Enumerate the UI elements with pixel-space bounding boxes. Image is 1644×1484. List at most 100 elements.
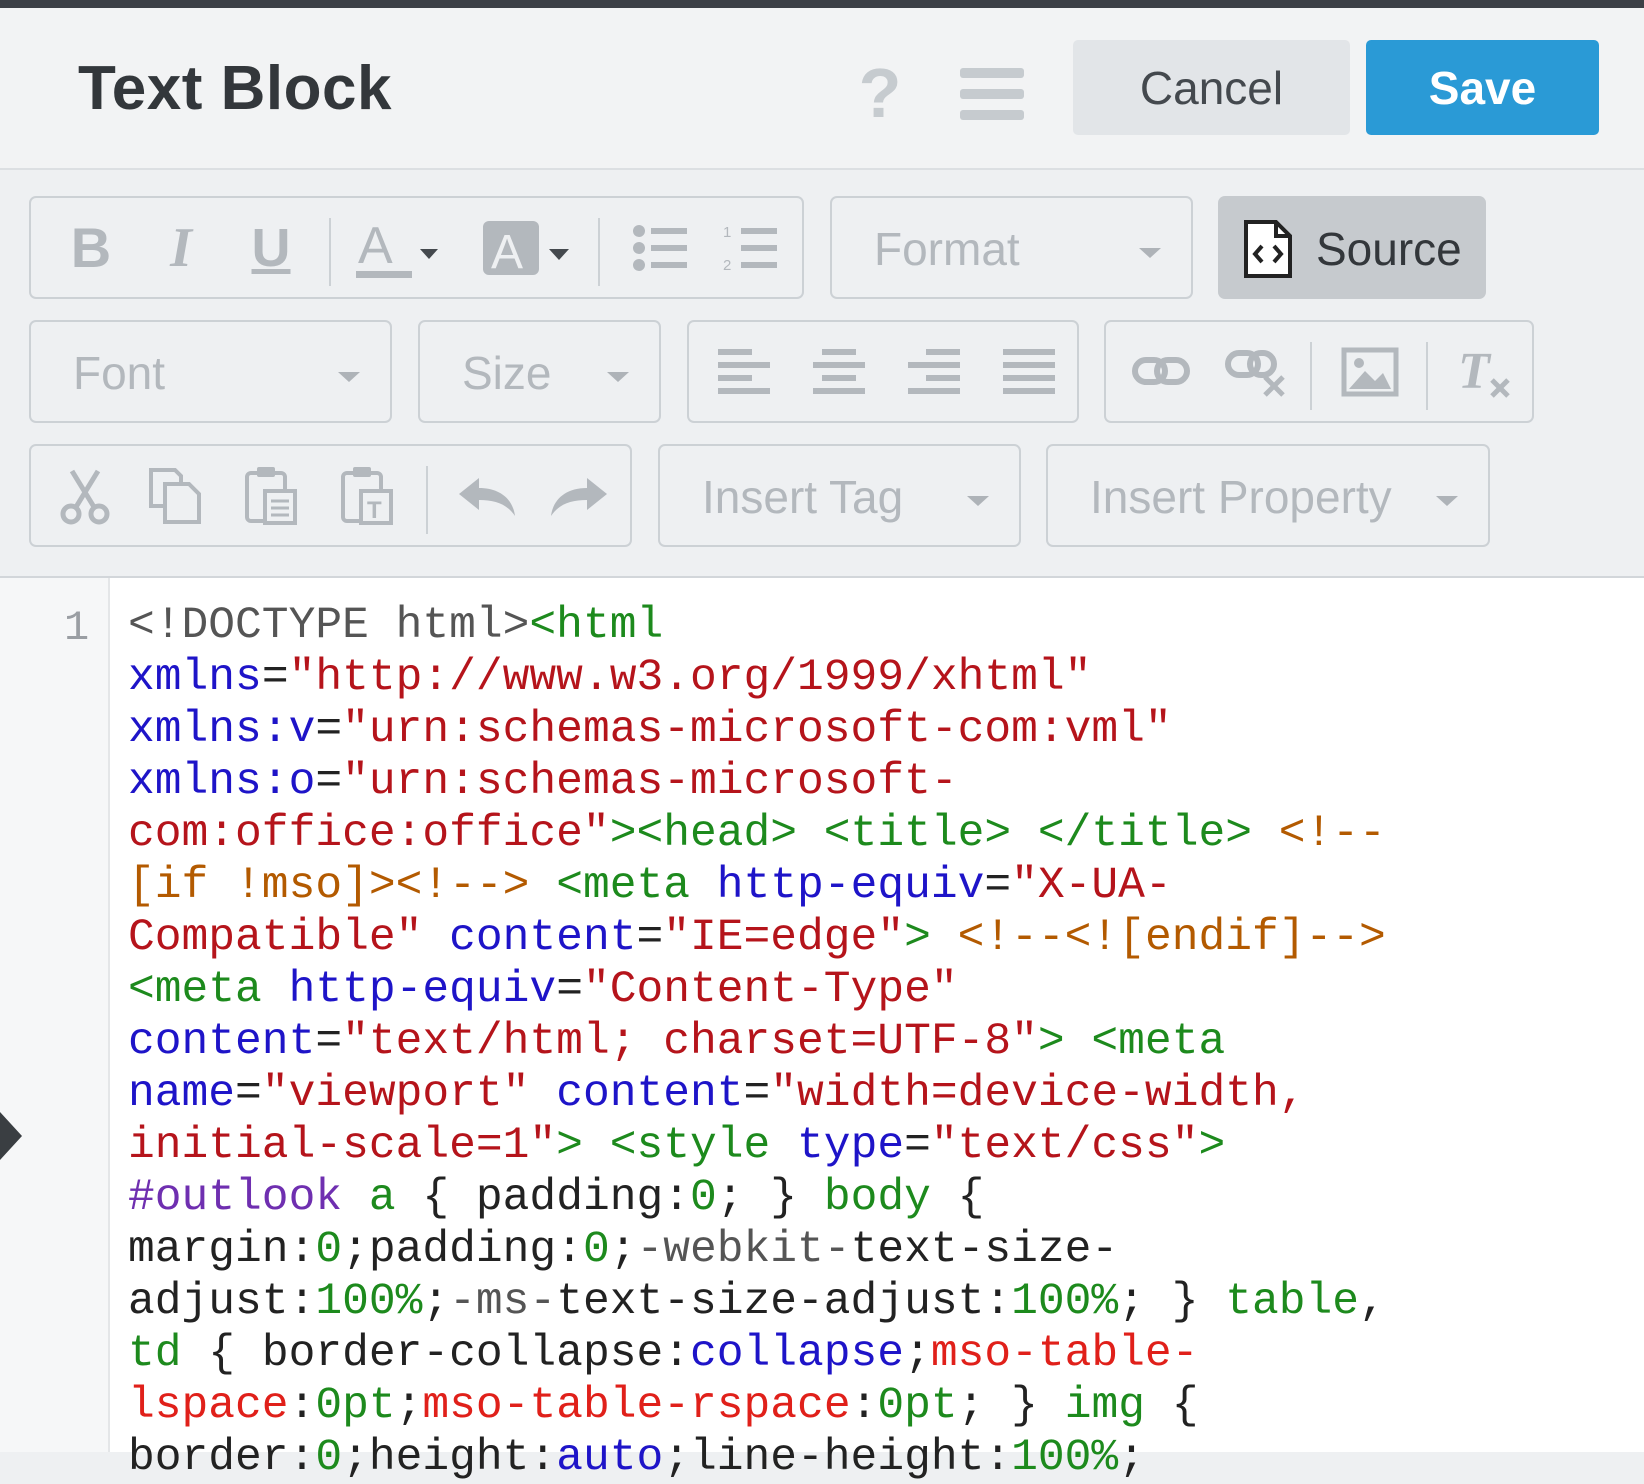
dialog-header: Text Block ? Cancel Save [0, 8, 1644, 170]
code-token: : [850, 1381, 878, 1431]
align-center-icon[interactable] [794, 322, 884, 421]
code-token: ; [904, 1329, 931, 1379]
code-token: "IE=edge" [663, 913, 905, 963]
bold-icon[interactable]: B [51, 198, 131, 297]
insert-property-dropdown[interactable]: Insert Property [1046, 444, 1490, 547]
align-left-icon[interactable] [699, 322, 789, 421]
code-token: 0 [315, 1225, 343, 1275]
code-token: ; } [957, 1381, 1065, 1431]
svg-text:A: A [358, 217, 393, 275]
code-token: = [743, 1069, 771, 1119]
align-right-icon[interactable] [889, 322, 979, 421]
undo-icon[interactable] [445, 446, 529, 545]
code-token: ><head> [609, 809, 798, 859]
code-token: <style [609, 1121, 771, 1171]
format-dropdown[interactable]: Format [830, 196, 1193, 299]
svg-text:2: 2 [723, 257, 731, 273]
code-token: #outlook [128, 1173, 343, 1223]
copy-icon[interactable] [135, 446, 215, 545]
code-token: table [1225, 1277, 1360, 1327]
code-token: "text/css" [930, 1121, 1199, 1171]
cut-icon[interactable] [45, 446, 125, 545]
insert-tag-label: Insert Tag [702, 471, 904, 523]
code-token: "http://www.w3.org/1999/xhtml" [288, 653, 1092, 703]
editor-toolbar: B I U A A 1 2 Format Source Font Size T … [0, 170, 1644, 578]
remove-format-icon[interactable]: T [1436, 322, 1532, 421]
code-token: "Content-Type" [582, 965, 958, 1015]
source-button[interactable]: Source [1218, 196, 1486, 299]
code-token: 100% [315, 1277, 423, 1327]
code-token: <title> [823, 809, 1012, 859]
help-icon[interactable]: ? [858, 58, 902, 128]
code-token: ; [609, 1225, 637, 1275]
font-dropdown[interactable]: Font [29, 320, 392, 423]
code-token: "urn:schemas-microsoft-com:vml" [342, 705, 1172, 755]
code-token: = [904, 1121, 931, 1171]
code-token: > [904, 913, 931, 963]
paste-text-icon[interactable]: T [327, 446, 407, 545]
code-token: = [556, 965, 583, 1015]
chevron-down-icon [967, 496, 989, 506]
code-token: xmlns:o [128, 757, 316, 807]
code-token: -webkit- [636, 1225, 851, 1275]
code-token: ; } [1118, 1277, 1226, 1327]
link-icon[interactable] [1116, 322, 1206, 421]
code-token: ;height: [342, 1433, 557, 1483]
source-button-label: Source [1316, 223, 1462, 275]
text-color-icon[interactable]: A [349, 198, 449, 297]
code-token: = [315, 1017, 343, 1067]
source-code-editor[interactable]: 1 <!DOCTYPE html><html xmlns="http://www… [0, 578, 1644, 1483]
bulleted-list-icon[interactable] [621, 198, 701, 297]
code-token: </title> [1037, 809, 1252, 859]
svg-text:A: A [491, 226, 523, 279]
code-token: ; [422, 1277, 450, 1327]
code-token: = [636, 913, 664, 963]
code-token: xmlns [128, 653, 262, 703]
code-token: { padding: [395, 1173, 690, 1223]
code-token: , [1359, 1277, 1386, 1327]
insert-property-label: Insert Property [1090, 471, 1392, 523]
code-token: = [235, 1069, 262, 1119]
basic-styles-group: B I U A A 1 2 [29, 196, 804, 299]
code-token: a [368, 1173, 396, 1223]
align-justify-icon[interactable] [984, 322, 1074, 421]
code-token: = [261, 653, 289, 703]
code-token: type [797, 1121, 905, 1171]
italic-icon[interactable]: I [141, 198, 221, 297]
code-token: mso-table-rspace [422, 1381, 851, 1431]
insert-tag-dropdown[interactable]: Insert Tag [658, 444, 1021, 547]
code-token: 0 [582, 1225, 610, 1275]
size-dropdown[interactable]: Size [418, 320, 661, 423]
code-token: <!--<![endif]--> [957, 913, 1386, 963]
dialog-title: Text Block [78, 54, 392, 123]
code-token: http-equiv [716, 861, 985, 911]
code-token: > [556, 1121, 583, 1171]
collapse-arrow-icon[interactable] [0, 1112, 22, 1160]
code-token: img [1064, 1381, 1145, 1431]
cancel-button[interactable]: Cancel [1073, 40, 1350, 135]
hamburger-menu-icon[interactable] [960, 68, 1024, 120]
code-token: ; [395, 1381, 423, 1431]
background-color-icon[interactable]: A [479, 198, 579, 297]
underline-icon[interactable]: U [231, 198, 311, 297]
line-number-gutter: 1 [0, 578, 110, 1452]
code-token: xmlns:v [128, 705, 316, 755]
redo-icon[interactable] [537, 446, 621, 545]
code-token: auto [556, 1433, 664, 1483]
numbered-list-icon[interactable]: 1 2 [711, 198, 791, 297]
unlink-icon[interactable] [1211, 322, 1301, 421]
source-code-text[interactable]: <!DOCTYPE html><html xmlns="http://www.w… [128, 600, 1628, 1484]
chevron-down-icon [338, 372, 360, 382]
code-token: <html [529, 601, 664, 651]
code-token: body [823, 1173, 931, 1223]
save-button[interactable]: Save [1366, 40, 1599, 135]
paste-icon[interactable] [231, 446, 311, 545]
image-icon[interactable] [1322, 322, 1418, 421]
